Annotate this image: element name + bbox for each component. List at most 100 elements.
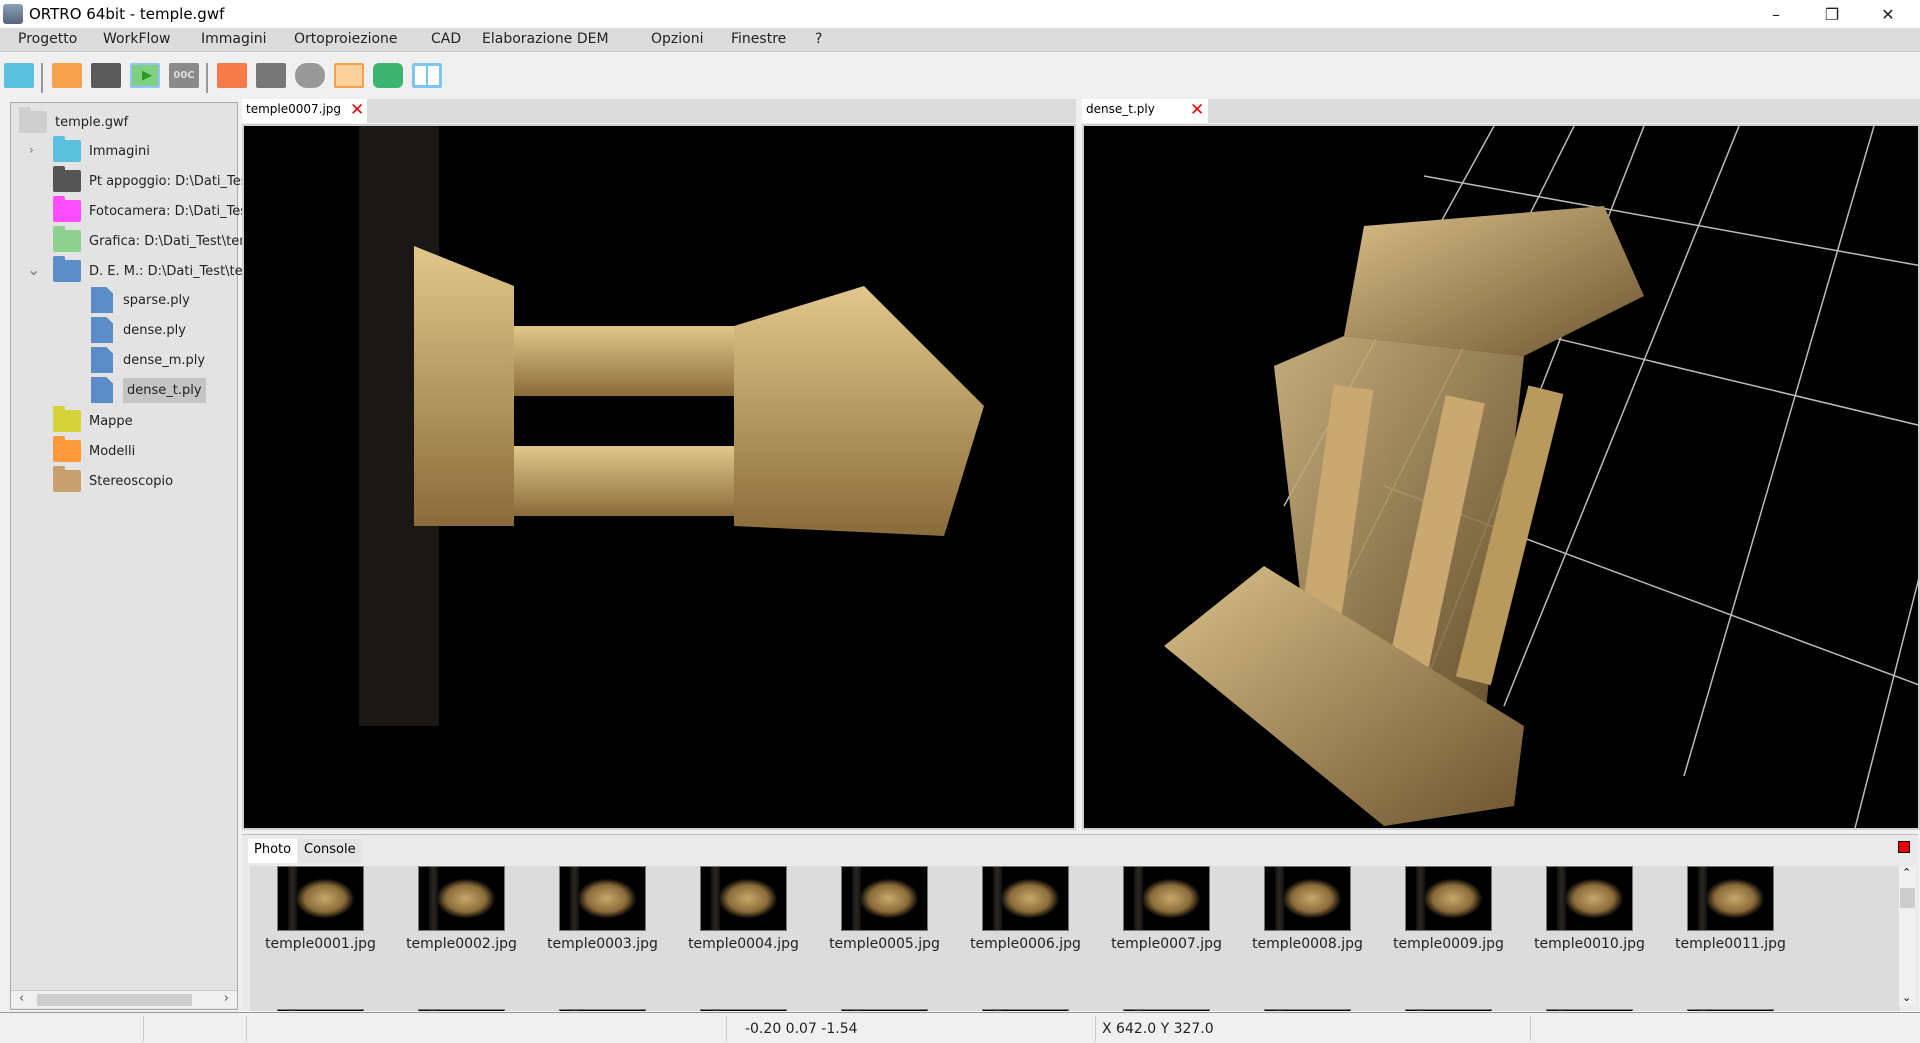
tree-root[interactable]: temple.gwf [19, 107, 129, 135]
menu-elaborazione-dem[interactable]: Elaborazione DEM [482, 31, 609, 47]
photo-thumbnail[interactable]: temple0008.jpg [1237, 866, 1378, 952]
minimize-button[interactable]: – [1748, 0, 1804, 28]
photo-thumbnail[interactable] [532, 1009, 673, 1011]
tree-item-modelli[interactable]: Modelli [53, 436, 136, 464]
close-button[interactable]: ✕ [1860, 0, 1916, 28]
scroll-thumb[interactable] [37, 994, 192, 1006]
scroll-right-icon[interactable]: › [224, 991, 229, 1006]
menu-finestre[interactable]: Finestre [731, 31, 786, 47]
photo-thumbnail[interactable]: temple0001.jpg [250, 866, 391, 952]
scroll-down-icon[interactable]: ⌄ [1902, 991, 1911, 1004]
temple-columns-bottom [514, 446, 744, 516]
photo-thumbnail[interactable]: temple0003.jpg [532, 866, 673, 952]
split-view-icon[interactable] [412, 63, 442, 88]
00c-icon[interactable]: 00C [169, 63, 199, 88]
open-project-icon[interactable] [4, 63, 34, 88]
close-tab-icon[interactable]: ✕ [1190, 100, 1204, 120]
photo-thumbnail[interactable] [673, 1009, 814, 1011]
thumbnail-image [1264, 1009, 1351, 1011]
close-panel-icon[interactable] [1898, 841, 1910, 853]
ply-file-icon [91, 287, 113, 313]
window-title: ORTRO 64bit - temple.gwf [29, 5, 225, 23]
thumbnail-image [1546, 866, 1633, 931]
tab-photo[interactable]: Photo [248, 839, 298, 863]
folder-icon [53, 256, 81, 282]
photo-thumbnail[interactable] [1519, 1009, 1660, 1011]
tree-item-immagini[interactable]: Immagini [53, 136, 150, 164]
photo-thumbnail[interactable]: temple0007.jpg [1096, 866, 1237, 952]
folder-icon [53, 406, 81, 432]
3d-viewer[interactable] [1082, 124, 1920, 830]
photo-thumbnail[interactable] [1096, 1009, 1237, 1011]
photo-thumbnail[interactable] [250, 1009, 391, 1011]
mesh-icon[interactable] [295, 63, 325, 88]
image-viewer[interactable] [242, 124, 1076, 830]
tree-item-fotocamera[interactable]: Fotocamera: D:\Dati_Tes [53, 196, 247, 224]
tree-item-dense[interactable]: dense.ply [91, 317, 186, 343]
photo-thumbnail[interactable]: temple0005.jpg [814, 866, 955, 952]
menu-cad[interactable]: CAD [431, 31, 461, 47]
menu-progetto[interactable]: Progetto [18, 31, 77, 47]
tree-item-stereoscopio[interactable]: Stereoscopio [53, 466, 174, 494]
photo-thumbnail[interactable]: temple0011.jpg [1660, 866, 1801, 952]
ply-file-icon [91, 377, 113, 403]
maximize-button[interactable]: ❐ [1804, 0, 1860, 28]
tree-label: Modelli [89, 443, 136, 459]
menu-opzioni[interactable]: Opzioni [651, 31, 703, 47]
scroll-left-icon[interactable]: ‹ [19, 991, 24, 1006]
photo-thumbnail[interactable] [814, 1009, 955, 1011]
tree-item-sparse[interactable]: sparse.ply [91, 287, 190, 313]
menu-workflow[interactable]: WorkFlow [103, 31, 170, 47]
bottom-panel: Photo Console temple0001.jpg temple0002.j… [242, 834, 1918, 1011]
thumbnail-image [841, 1009, 928, 1011]
project-icon [19, 107, 47, 133]
image-icon[interactable] [52, 63, 82, 88]
photo-thumbnail[interactable]: temple0009.jpg [1378, 866, 1519, 952]
status-pixel-coords: X 642.0 Y 327.0 [1102, 1021, 1214, 1037]
menu-immagini[interactable]: Immagini [201, 31, 267, 47]
collapse-icon[interactable]: ⌄ [27, 260, 40, 279]
photo-vertical-scrollbar[interactable]: ⌃ ⌄ [1899, 866, 1916, 1006]
tab-console[interactable]: Console [298, 839, 362, 863]
scroll-up-icon[interactable]: ⌃ [1902, 866, 1911, 879]
photo-thumbnail[interactable] [1378, 1009, 1519, 1011]
menu-help[interactable]: ? [815, 31, 822, 47]
thumbnail-label: temple0002.jpg [406, 936, 517, 952]
tools-icon[interactable] [334, 63, 364, 88]
tree-label: dense_m.ply [123, 352, 206, 368]
photo-thumbnail[interactable]: temple0002.jpg [391, 866, 532, 952]
photo-thumbnail[interactable] [1660, 1009, 1801, 1011]
thumbnail-image [1264, 866, 1351, 931]
tree-item-dense-m[interactable]: dense_m.ply [91, 347, 205, 373]
play-icon[interactable]: ▶ [130, 63, 160, 88]
terrain-icon[interactable] [91, 63, 121, 88]
tree-horizontal-scrollbar[interactable]: ‹ › [11, 990, 237, 1008]
point-cloud-icon[interactable] [217, 63, 247, 88]
tab-temple0007[interactable]: temple0007.jpg ✕ [242, 99, 367, 123]
photo-thumbnail[interactable]: temple0006.jpg [955, 866, 1096, 952]
folder-icon [53, 136, 81, 162]
expand-icon[interactable]: › [29, 143, 34, 157]
photo-thumbnail[interactable]: temple0004.jpg [673, 866, 814, 952]
photo-thumbnail[interactable] [955, 1009, 1096, 1011]
tree-item-mappe[interactable]: Mappe [53, 406, 133, 434]
tree-label: Stereoscopio [89, 473, 174, 489]
scroll-thumb[interactable] [1900, 888, 1915, 908]
photo-thumbnail[interactable] [391, 1009, 532, 1011]
photo-thumbnail[interactable]: temple0010.jpg [1519, 866, 1660, 952]
tab-dense-t[interactable]: dense_t.ply ✕ [1082, 99, 1208, 123]
close-tab-icon[interactable]: ✕ [350, 100, 364, 120]
dem-icon[interactable] [256, 63, 286, 88]
menu-ortoproiezione[interactable]: Ortoproiezione [294, 31, 398, 47]
thumbnail-label: temple0007.jpg [1111, 936, 1222, 952]
thumbnail-image [1123, 866, 1210, 931]
tree-item-pt-appoggio[interactable]: Pt appoggio: D:\Dati_Tes [53, 166, 248, 194]
tree-item-grafica[interactable]: Grafica: D:\Dati_Test\ter [53, 226, 245, 254]
photo-thumbnail[interactable] [1237, 1009, 1378, 1011]
tree-item-dem[interactable]: D. E. M.: D:\Dati_Test\te [53, 256, 243, 284]
tree-label: temple.gwf [55, 114, 129, 130]
thumbnail-image [1687, 1009, 1774, 1011]
tree-item-dense-t[interactable]: dense_t.ply [91, 377, 206, 403]
thumbnail-label: temple0009.jpg [1393, 936, 1504, 952]
eye-icon[interactable] [373, 63, 403, 88]
